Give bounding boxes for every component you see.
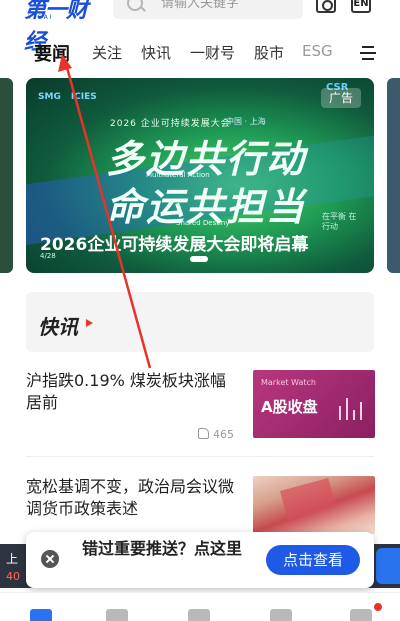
banner-carousel[interactable]: SMG ICIES 2026 企业可持续发展大会 中国 · 上海 多边共行动 Mu…	[0, 78, 400, 273]
flash-news-label: 快讯	[38, 315, 78, 339]
play-arrow-icon	[86, 319, 93, 327]
home-nav-icon[interactable]	[30, 609, 52, 621]
prev-banner-peek[interactable]	[0, 78, 13, 273]
market-nav-icon[interactable]	[270, 609, 292, 621]
equalizer-icon	[339, 394, 365, 420]
banner-sponsor-logos: SMG ICIES	[38, 92, 97, 102]
view-button[interactable]: 点击查看	[266, 545, 360, 575]
banner-location: 中国 · 上海	[226, 117, 266, 126]
english-toggle-button[interactable]: EN	[351, 0, 371, 13]
news-item[interactable]: 宽松基调不变，政治局会议微调货币政策表述	[26, 476, 375, 536]
search-placeholder: 请输入关键字	[161, 0, 240, 11]
banner-card[interactable]: SMG ICIES 2026 企业可持续发展大会 中国 · 上海 多边共行动 Mu…	[26, 78, 374, 273]
tab-headlines[interactable]: 要闻	[34, 40, 70, 66]
search-icon	[127, 0, 143, 11]
channel-tabs: 要闻 关注 快讯 一财号 股市 ESG	[0, 36, 400, 72]
like-icon	[198, 428, 209, 439]
thumbnail-tag: Market Watch	[261, 378, 316, 387]
banner-slogan-en2: Shared Destiny	[176, 219, 230, 227]
tab-follow[interactable]: 关注	[92, 42, 122, 63]
divider	[26, 456, 374, 457]
profile-nav-icon[interactable]	[350, 609, 372, 621]
thumbnail-title: A股收盘	[261, 398, 318, 416]
discover-nav-icon[interactable]	[188, 609, 210, 621]
next-banner-peek[interactable]	[387, 78, 400, 273]
camera-scan-icon[interactable]	[316, 0, 336, 13]
tab-flash[interactable]: 快讯	[141, 42, 171, 63]
floating-blue-tab[interactable]	[376, 548, 400, 584]
toast-message: 错过重要推送？点这里	[82, 539, 243, 558]
tab-yicai-account[interactable]: 一财号	[190, 42, 235, 63]
tab-esg[interactable]: ESG	[302, 42, 333, 60]
flash-news-card[interactable]: 快讯	[26, 292, 374, 352]
news-thumbnail[interactable]: Market Watch A股收盘	[253, 370, 375, 438]
ticker-label: 上	[6, 552, 19, 566]
notification-dot	[374, 603, 382, 611]
bottom-navigation	[0, 592, 400, 621]
news-thumbnail[interactable]	[253, 476, 375, 534]
logo-subtext: YICAI	[28, 14, 54, 21]
banner-side-text: 在平衡 在行动	[322, 212, 357, 231]
push-notification-toast: 错过重要推送？点这里 点击查看	[26, 532, 374, 588]
news-item[interactable]: 沪指跌0.19% 煤炭板块涨幅居前 465 Market Watch A股收盘	[26, 370, 375, 442]
video-nav-icon[interactable]	[106, 609, 128, 621]
tab-stock[interactable]: 股市	[254, 42, 284, 63]
close-icon[interactable]	[41, 550, 59, 568]
ticker-value: 40	[6, 570, 20, 583]
ad-badge: 广告	[321, 88, 361, 108]
menu-icon[interactable]	[360, 46, 376, 60]
news-title: 沪指跌0.19% 煤炭板块涨幅居前	[26, 371, 226, 412]
top-header: 第一财经 YICAI 请输入关键字 EN	[0, 0, 400, 55]
yicai-logo[interactable]: 第一财经 YICAI	[24, 0, 102, 55]
like-count[interactable]: 465	[198, 428, 234, 441]
carousel-indicator-active	[190, 256, 208, 262]
search-input[interactable]: 请输入关键字	[113, 0, 303, 19]
banner-date: 4/28	[40, 252, 56, 260]
news-title: 宽松基调不变，政治局会议微调货币政策表述	[26, 477, 235, 518]
banner-title: 2026企业可持续发展大会即将启幕	[40, 235, 309, 255]
